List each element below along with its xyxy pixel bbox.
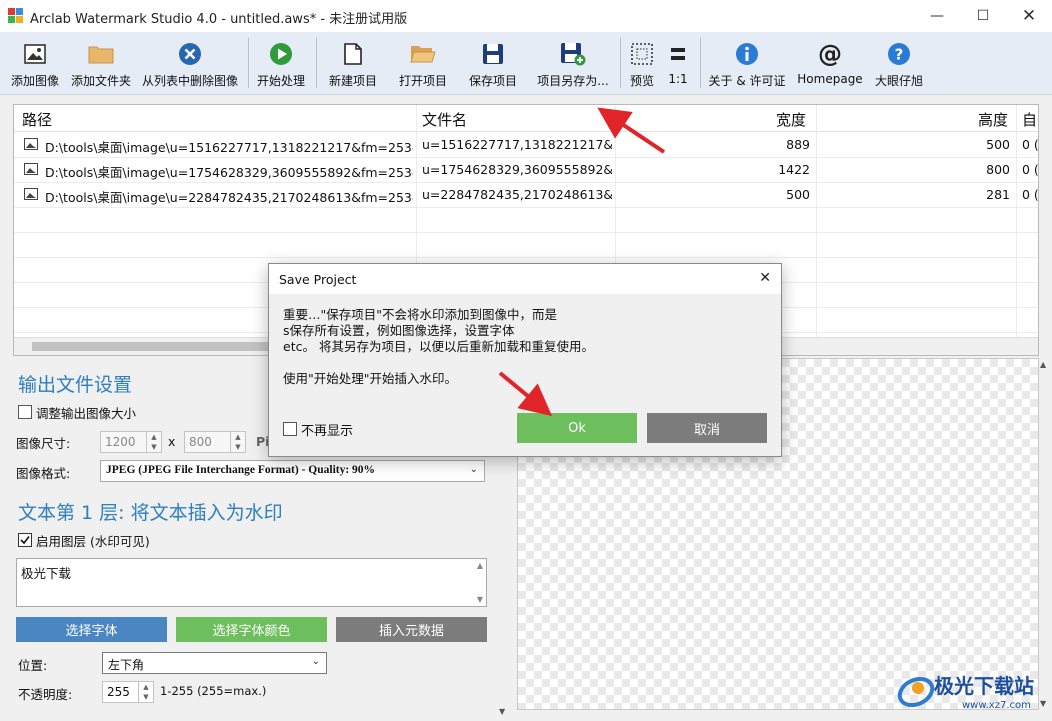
times-label: x <box>168 434 176 449</box>
new-project-button[interactable]: 新建项目 <box>326 32 380 94</box>
save-project-dialog: Save Project ✕ 重要…"保存项目"不会将水印添加到图像中，而是 s… <box>268 263 782 457</box>
left-panel-scrollbar[interactable]: ▼ <box>497 456 510 718</box>
image-file-icon <box>24 188 38 203</box>
spinner-arrows-icon[interactable]: ▲ ▼ <box>138 682 153 702</box>
dialog-message-line: 重要…"保存项目"不会将水印添加到图像中，而是 <box>283 307 557 322</box>
svg-text:?: ? <box>895 46 904 64</box>
dialog-close-icon[interactable]: ✕ <box>759 270 771 286</box>
info-icon <box>735 42 759 66</box>
new-file-icon <box>344 42 362 66</box>
app-logo-icon <box>8 8 24 24</box>
equals-icon <box>669 42 687 66</box>
open-folder-icon <box>410 42 436 66</box>
image-file-icon <box>24 163 38 178</box>
scroll-down-icon[interactable]: ▼ <box>499 707 505 716</box>
dialog-title-bar: Save Project ✕ <box>269 264 781 294</box>
homepage-button[interactable]: @ Homepage <box>796 32 864 94</box>
toolbar-separator <box>620 38 621 88</box>
scroll-down-icon[interactable]: ▼ <box>477 595 483 604</box>
resize-output-label: 调整输出图像大小 <box>36 406 137 421</box>
column-header-width[interactable]: 宽度 <box>776 109 806 130</box>
output-settings-title: 输出文件设置 <box>18 374 133 396</box>
spinner-arrows-icon[interactable]: ▲ ▼ <box>230 432 245 452</box>
title-bar: Arclab Watermark Studio 4.0 - untitled.a… <box>0 0 1052 32</box>
add-folder-button[interactable]: 添加文件夹 <box>70 32 132 94</box>
select-font-button[interactable]: 选择字体 <box>16 617 167 642</box>
save-icon <box>482 42 504 66</box>
preview-button[interactable]: 预览 <box>626 32 658 94</box>
position-label: 位置: <box>18 658 48 673</box>
add-image-button[interactable]: 添加图像 <box>10 32 60 94</box>
image-format-select[interactable]: JPEG (JPEG File Interchange Format) - Qu… <box>100 460 485 482</box>
toolbar-separator <box>248 38 249 88</box>
column-header-height[interactable]: 高度 <box>978 109 1008 130</box>
enable-layer-label: 启用图层 (水印可见) <box>36 534 150 549</box>
insert-metadata-button[interactable]: 插入元数据 <box>336 617 487 642</box>
column-header-path[interactable]: 路径 <box>22 109 52 130</box>
remove-image-button[interactable]: 从列表中删除图像 <box>140 32 240 94</box>
window-title: Arclab Watermark Studio 4.0 - untitled.a… <box>30 12 408 27</box>
column-header-filename[interactable]: 文件名 <box>422 109 467 130</box>
checkmark-icon <box>20 536 30 545</box>
image-icon <box>24 42 46 66</box>
vertical-scrollbar[interactable]: ▲ ▼ <box>1039 358 1050 710</box>
toolbar-separator <box>700 38 701 88</box>
save-as-icon <box>560 42 586 66</box>
toolbar: 添加图像 添加文件夹 从列表中删除图像 开始处理 新建项目 打开项目 保存项目 … <box>0 32 1052 95</box>
dialog-message-line: 使用"开始处理"开始插入水印。 <box>283 371 457 386</box>
scroll-up-icon[interactable]: ▲ <box>1040 360 1046 369</box>
scroll-up-icon[interactable]: ▲ <box>477 561 483 570</box>
width-input[interactable]: 1200 ▲ ▼ <box>100 431 162 453</box>
image-size-label: 图像尺寸: <box>16 436 71 451</box>
remove-icon <box>178 42 202 66</box>
dialog-message-line: etc。 将其另存为项目，以便以后重新加载和重复使用。 <box>283 339 594 354</box>
cancel-button[interactable]: 取消 <box>647 413 767 443</box>
actual-size-button[interactable]: 1:1 <box>664 32 692 94</box>
empty-row <box>14 207 1038 233</box>
spinner-arrows-icon[interactable]: ▲ ▼ <box>146 432 161 452</box>
position-select[interactable]: 左下角 ⌄ <box>102 652 327 674</box>
save-project-button[interactable]: 保存项目 <box>466 32 520 94</box>
site-watermark: 极光下载站 www.xz7.com <box>896 664 1046 718</box>
table-row[interactable]: D:\tools\桌面\image\u=1516227717,131822121… <box>14 132 1038 158</box>
opacity-label: 不透明度: <box>18 687 73 702</box>
layer-title: 文本第 1 层: 将文本插入为水印 <box>18 502 283 524</box>
dialog-message-line: s保存所有设置，例如图像选择，设置字体 <box>283 323 515 338</box>
preview-icon <box>630 42 654 66</box>
dont-show-again-label: 不再显示 <box>301 424 354 439</box>
ok-button[interactable]: Ok <box>517 413 637 443</box>
help-icon: ? <box>887 42 911 66</box>
save-project-as-button[interactable]: 项目另存为... <box>536 32 610 94</box>
toolbar-separator <box>316 38 317 88</box>
table-row[interactable]: D:\tools\桌面\image\u=2284782435,217024861… <box>14 182 1038 208</box>
help-button[interactable]: ? 大眼仔旭 <box>872 32 926 94</box>
empty-row <box>14 232 1038 258</box>
column-header-extra[interactable]: 自 <box>1022 109 1037 130</box>
image-file-icon <box>24 138 38 153</box>
dont-show-again-checkbox[interactable] <box>283 422 297 436</box>
dialog-title: Save Project <box>279 272 357 287</box>
site-logo-icon <box>897 676 935 708</box>
folder-icon <box>88 42 114 66</box>
start-processing-button[interactable]: 开始处理 <box>254 32 308 94</box>
chevron-down-icon: ⌄ <box>311 656 320 667</box>
opacity-input[interactable]: 255 ▲ ▼ <box>102 681 154 703</box>
resize-output-checkbox[interactable] <box>18 405 32 419</box>
chevron-down-icon: ⌄ <box>469 464 478 475</box>
open-project-button[interactable]: 打开项目 <box>396 32 450 94</box>
watermark-text-input[interactable]: 极光下载 ▲ ▼ <box>16 558 487 607</box>
play-icon <box>269 42 293 66</box>
height-input[interactable]: 800 ▲ ▼ <box>184 431 246 453</box>
at-icon: @ <box>818 40 842 68</box>
about-license-button[interactable]: 关于 & 许可证 <box>706 32 788 94</box>
opacity-range-label: 1-255 (255=max.) <box>160 684 267 698</box>
close-button[interactable]: ✕ <box>1006 0 1052 32</box>
file-list-header: 路径 文件名 宽度 高度 自 <box>14 105 1038 132</box>
maximize-button[interactable]: ☐ <box>960 0 1006 32</box>
minimize-button[interactable]: — <box>914 0 960 32</box>
table-row[interactable]: D:\tools\桌面\image\u=1754628329,360955589… <box>14 157 1038 183</box>
image-format-label: 图像格式: <box>16 466 71 481</box>
select-font-color-button[interactable]: 选择字体颜色 <box>176 617 327 642</box>
enable-layer-checkbox[interactable] <box>18 533 32 547</box>
